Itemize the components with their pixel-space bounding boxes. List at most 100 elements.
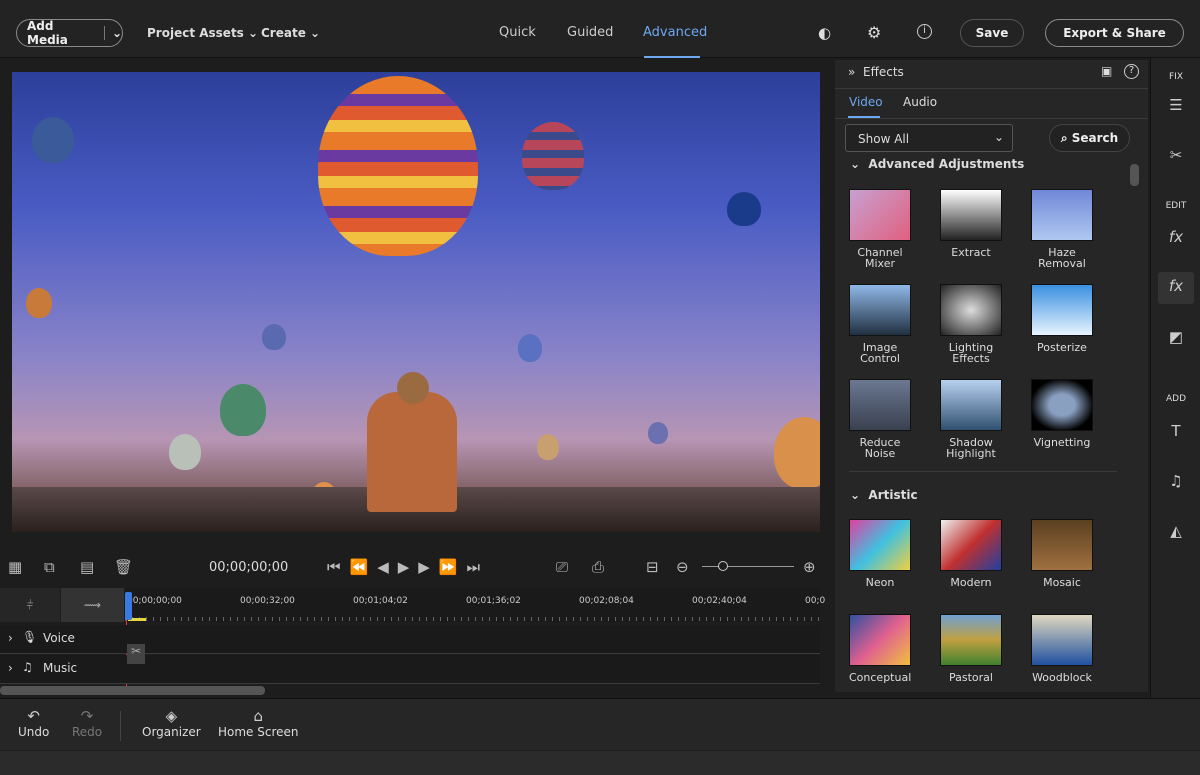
zoom-slider[interactable]	[702, 561, 794, 571]
help-icon[interactable]: ?	[1124, 64, 1139, 79]
vertical-scrollbar[interactable]	[1130, 164, 1139, 186]
tick-label: 00;00;00;00	[127, 596, 182, 606]
effect-thumbnail[interactable]	[940, 284, 1002, 336]
go-to-start-icon[interactable]: ⏮	[327, 558, 350, 576]
effect-thumbnail[interactable]	[849, 519, 911, 571]
audio-waveform-icon[interactable]: ⟿	[61, 588, 124, 622]
add-to-timeline-icon[interactable]: ▦	[8, 558, 22, 576]
effect-thumbnail[interactable]	[940, 379, 1002, 431]
track-music[interactable]: › ♫ Music	[0, 655, 820, 684]
step-back-icon[interactable]: ◀	[377, 558, 398, 576]
next-frame-icon[interactable]: ⏩	[439, 558, 467, 576]
effect-thumbnail[interactable]	[940, 614, 1002, 666]
home-icon: ⌂	[253, 707, 264, 725]
section-advanced-adjustments[interactable]: ⌄ Advanced Adjustments	[850, 157, 1024, 171]
effects-panel: » Effects ▣ ? Video Audio Show All ⌄ ⌕ Se…	[835, 60, 1148, 692]
effect-thumbnail[interactable]	[849, 189, 911, 241]
effects-gallery-icon[interactable]: ▣	[1101, 64, 1112, 78]
create-menu[interactable]: Create ⌄	[261, 26, 320, 40]
rotate-icon[interactable]: ⧉	[44, 558, 55, 576]
effect-thumbnail[interactable]	[1031, 614, 1093, 666]
effect-label: Neon	[865, 576, 895, 589]
titles-icon[interactable]: T	[1151, 422, 1200, 440]
zoom-out-icon[interactable]: ⊖	[676, 558, 689, 576]
theme-contrast-icon[interactable]: ◐	[818, 24, 831, 42]
effect-thumbnail[interactable]	[849, 284, 911, 336]
applied-effects-icon[interactable]: fx	[1151, 228, 1200, 246]
horizontal-scrollbar[interactable]	[0, 686, 265, 695]
effect-label: Posterize	[1037, 341, 1087, 354]
effect-label: Conceptual	[849, 671, 912, 684]
effect-label: Shadow Highlight	[946, 436, 996, 460]
go-to-end-icon[interactable]: ⏭	[467, 558, 490, 576]
tick-label: 00;00;32;00	[240, 596, 295, 606]
add-media-button[interactable]: Add Media ⌄	[16, 19, 123, 47]
effect-label: Image Control	[860, 341, 900, 365]
step-forward-icon[interactable]: ▶	[418, 558, 439, 576]
music-icon[interactable]: ♫	[1151, 472, 1200, 490]
scissors-icon[interactable]: ✂	[127, 644, 145, 664]
tick-label: 00;01;36;02	[466, 596, 521, 606]
tab-quick[interactable]: Quick	[499, 25, 536, 40]
undo-button[interactable]: ↶ Undo	[18, 707, 49, 739]
fit-timeline-icon[interactable]: ⊟	[646, 558, 659, 576]
redo-button[interactable]: ↷ Redo	[72, 707, 102, 739]
effect-label: Extract	[951, 246, 991, 259]
render-preview-icon[interactable]: ⎚	[556, 558, 568, 576]
tick-label: 00;02;08;04	[579, 596, 634, 606]
zoom-in-icon[interactable]: ⊕	[803, 558, 816, 576]
zoom-slider-handle[interactable]	[718, 561, 728, 571]
info-icon[interactable]: i	[917, 24, 932, 39]
effect-label: Modern	[950, 576, 992, 589]
snap-icon[interactable]: ⫩	[0, 588, 60, 622]
film-strip-icon[interactable]: ▤	[80, 558, 94, 576]
adjustments-icon[interactable]: ☰	[1151, 96, 1200, 114]
effect-thumbnail[interactable]	[940, 189, 1002, 241]
effect-label: Vignetting	[1033, 436, 1091, 449]
effect-thumbnail[interactable]	[1031, 379, 1093, 431]
effect-label: Haze Removal	[1038, 246, 1086, 270]
section-artistic[interactable]: ⌄ Artistic	[850, 488, 918, 502]
organizer-button[interactable]: ◈ Organizer	[142, 707, 201, 739]
music-note-icon: ♫	[22, 660, 33, 674]
play-icon[interactable]: ▶	[398, 558, 419, 576]
effects-icon[interactable]: fx	[1158, 272, 1194, 304]
tools-icon[interactable]: ✂	[1151, 146, 1200, 164]
active-tab-indicator	[644, 56, 700, 58]
monitor-icon[interactable]: ⎙	[592, 558, 604, 576]
tab-guided[interactable]: Guided	[567, 25, 613, 40]
effect-thumbnail[interactable]	[1031, 519, 1093, 571]
trash-icon[interactable]: 🗑	[114, 558, 133, 576]
collapse-panel-icon[interactable]: »	[848, 65, 855, 79]
tab-video[interactable]: Video	[849, 95, 883, 109]
status-bar	[0, 751, 1200, 775]
project-assets-menu[interactable]: Project Assets ⌄	[147, 26, 258, 40]
effect-label: Pastoral	[949, 671, 993, 684]
filter-dropdown[interactable]: Show All ⌄	[845, 124, 1013, 152]
video-preview[interactable]	[12, 72, 820, 532]
effect-label: Mosaic	[1043, 576, 1081, 589]
track-voice[interactable]: › 🎙 Voice	[0, 625, 820, 654]
effect-label: Woodblock	[1032, 671, 1092, 684]
gear-icon[interactable]: ⚙	[867, 23, 881, 42]
tick-label: 00;0	[805, 596, 826, 606]
search-button[interactable]: ⌕ Search	[1049, 124, 1130, 152]
home-screen-button[interactable]: ⌂ Home Screen	[218, 707, 299, 739]
tab-audio[interactable]: Audio	[903, 95, 937, 109]
microphone-icon: 🎙	[22, 630, 38, 644]
effect-thumbnail[interactable]	[940, 519, 1002, 571]
playhead-handle[interactable]	[125, 592, 132, 620]
effect-thumbnail[interactable]	[849, 379, 911, 431]
effect-thumbnail[interactable]	[1031, 284, 1093, 336]
expand-icon: ›	[8, 661, 13, 675]
tab-advanced[interactable]: Advanced	[643, 25, 707, 40]
effect-thumbnail[interactable]	[849, 614, 911, 666]
transport-controls: ⏮⏪◀▶▶⏩⏭	[327, 558, 489, 576]
export-share-button[interactable]: Export & Share	[1045, 19, 1184, 47]
transitions-icon[interactable]: ◩	[1151, 328, 1200, 346]
effect-thumbnail[interactable]	[1031, 189, 1093, 241]
previous-frame-icon[interactable]: ⏪	[350, 558, 378, 576]
save-button[interactable]: Save	[960, 19, 1024, 47]
graphics-icon[interactable]: ◭	[1151, 522, 1200, 540]
timeline-ruler[interactable]: 00;00;00;00 00;00;32;00 00;01;04;02 00;0…	[125, 588, 825, 622]
